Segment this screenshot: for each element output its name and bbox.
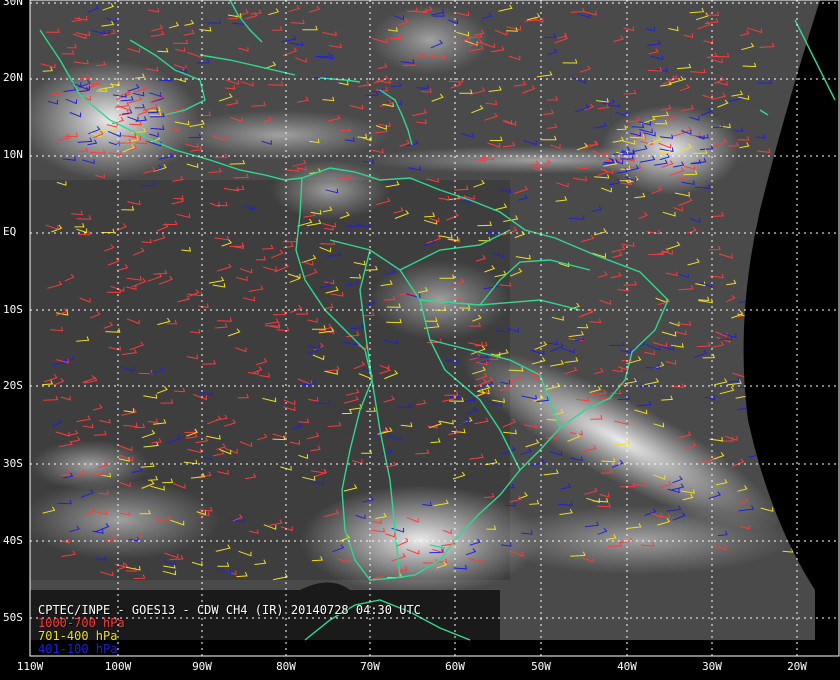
wind-barb [793,454,806,464]
wind-barb [756,418,771,425]
wind-barb [751,417,764,425]
wind-barb [789,458,805,463]
wind-barb [752,438,765,445]
wind-barb [769,421,783,427]
lon-label-60w: 60W [445,660,465,673]
wind-barb [777,458,792,468]
wind-barb [773,473,788,478]
lat-label-10n: 10N [3,148,23,161]
legend-high-level: 401-100 hPa [38,642,118,656]
lon-label-50w: 50W [531,660,551,673]
lon-label-30w: 30W [702,660,722,673]
lat-label-50s: 50S [3,611,23,624]
wind-barb [796,488,812,496]
lon-label-100w: 100W [104,660,132,673]
lon-label-40w: 40W [617,660,637,673]
wind-barb [798,490,814,496]
wind-barb [758,377,773,382]
wind-barb [766,475,781,483]
lon-label-110w: 110W [16,660,44,673]
wind-barb [758,375,769,381]
lon-label-80w: 80W [276,660,296,673]
lon-label-70w: 70W [360,660,380,673]
satellite-imagery [30,0,820,640]
lon-label-20w: 20W [787,660,807,673]
lat-label-eq: EQ [3,225,17,238]
wind-barb [790,436,802,442]
wind-barb [789,367,802,373]
lat-label-30n: 30N [3,0,23,8]
wind-barb [768,338,782,344]
wind-barb [781,389,793,395]
lat-label-20s: 20S [3,379,23,392]
lat-label-40s: 40S [3,534,23,547]
satellite-wind-map [29,0,840,657]
lat-label-10s: 10S [3,303,23,316]
lat-label-30s: 30S [3,457,23,470]
lat-label-20n: 20N [3,71,23,84]
lon-label-90w: 90W [192,660,212,673]
wind-barb [770,393,784,399]
